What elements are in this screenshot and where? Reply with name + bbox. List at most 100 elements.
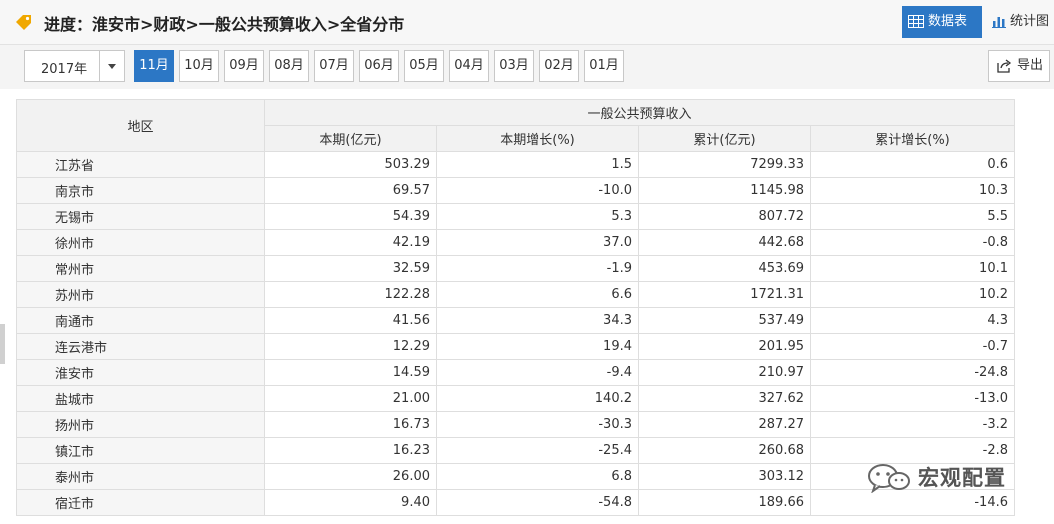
value-cell: 0.6 — [810, 151, 1015, 178]
table-row: 常州市 32.59 -1.9 453.69 10.1 — [16, 255, 1015, 282]
value-cell: 12.29 — [264, 333, 437, 360]
value-cell: 10.1 — [810, 255, 1015, 282]
value-cell: 32.59 — [264, 255, 437, 282]
value-cell: 7299.33 — [638, 151, 811, 178]
column-header: 累计(亿元) — [638, 125, 811, 152]
value-cell: 5.3 — [436, 203, 639, 230]
chart-view-button[interactable]: 统计图 — [984, 6, 1049, 38]
value-cell: 42.19 — [264, 229, 437, 256]
month-tab[interactable]: 07月 — [314, 50, 354, 82]
region-name-cell: 盐城市 — [16, 385, 265, 412]
month-tab[interactable]: 02月 — [539, 50, 579, 82]
value-cell: 69.57 — [264, 177, 437, 204]
table-row: 宿迁市 9.40 -54.8 189.66 -14.6 — [16, 489, 1015, 516]
value-cell: 327.62 — [638, 385, 811, 412]
value-cell: -0.8 — [810, 229, 1015, 256]
value-cell: 189.66 — [638, 489, 811, 516]
value-cell: 122.28 — [264, 281, 437, 308]
month-tab[interactable]: 10月 — [179, 50, 219, 82]
bar-chart-icon — [992, 17, 1006, 28]
value-cell: -0.7 — [810, 333, 1015, 360]
tag-icon — [16, 15, 31, 30]
month-tab[interactable]: 03月 — [494, 50, 534, 82]
value-cell: 140.2 — [436, 385, 639, 412]
table-row: 泰州市 26.00 6.8 303.12 — [16, 463, 1015, 490]
value-cell: -14.6 — [810, 489, 1015, 516]
value-cell: -24.8 — [810, 359, 1015, 386]
value-cell: 210.97 — [638, 359, 811, 386]
value-cell: -9.4 — [436, 359, 639, 386]
table-row: 南通市 41.56 34.3 537.49 4.3 — [16, 307, 1015, 334]
table-row: 淮安市 14.59 -9.4 210.97 -24.8 — [16, 359, 1015, 386]
month-tab[interactable]: 11月 — [134, 50, 174, 82]
value-cell: 4.3 — [810, 307, 1015, 334]
value-cell: 453.69 — [638, 255, 811, 282]
table-row: 盐城市 21.00 140.2 327.62 -13.0 — [16, 385, 1015, 412]
value-cell: 442.68 — [638, 229, 811, 256]
table-icon — [908, 15, 924, 28]
region-name-cell: 徐州市 — [16, 229, 265, 256]
value-cell: 14.59 — [264, 359, 437, 386]
export-button[interactable]: 导出 — [988, 50, 1050, 82]
group-column-header: 一般公共预算收入 — [264, 99, 1015, 126]
column-header: 本期增长(%) — [436, 125, 639, 152]
value-cell: 1.5 — [436, 151, 639, 178]
value-cell: 537.49 — [638, 307, 811, 334]
value-cell: 5.5 — [810, 203, 1015, 230]
value-cell: 34.3 — [436, 307, 639, 334]
chevron-down-icon[interactable] — [99, 51, 124, 81]
year-select[interactable]: 2017年 — [24, 50, 125, 82]
column-header: 累计增长(%) — [810, 125, 1015, 152]
value-cell: 287.27 — [638, 411, 811, 438]
value-cell: 19.4 — [436, 333, 639, 360]
chart-view-label: 统计图 — [1010, 14, 1050, 29]
region-name-cell: 无锡市 — [16, 203, 265, 230]
export-label: 导出 — [1017, 58, 1044, 73]
breadcrumb-title: 进度：淮安市>财政>一般公共预算收入>全省分市 — [44, 15, 405, 34]
value-cell: 37.0 — [436, 229, 639, 256]
month-tab[interactable]: 05月 — [404, 50, 444, 82]
region-name-cell: 南通市 — [16, 307, 265, 334]
value-cell: 26.00 — [264, 463, 437, 490]
value-cell: 9.40 — [264, 489, 437, 516]
region-name-cell: 苏州市 — [16, 281, 265, 308]
value-cell: 10.2 — [810, 281, 1015, 308]
data-table-container: 地区 一般公共预算收入 本期(亿元) 本期增长(%) 累计(亿元) 累计增长(%… — [16, 99, 1015, 516]
month-tab[interactable]: 06月 — [359, 50, 399, 82]
data-table-view-button[interactable]: 数据表 — [902, 6, 982, 38]
region-name-cell: 常州市 — [16, 255, 265, 282]
value-cell: 1721.31 — [638, 281, 811, 308]
year-value: 2017年 — [41, 62, 88, 77]
value-cell: -25.4 — [436, 437, 639, 464]
value-cell: 10.3 — [810, 177, 1015, 204]
region-name-cell: 泰州市 — [16, 463, 265, 490]
value-cell: -30.3 — [436, 411, 639, 438]
table-row: 江苏省 503.29 1.5 7299.33 0.6 — [16, 151, 1015, 178]
region-name-cell: 江苏省 — [16, 151, 265, 178]
month-tab[interactable]: 09月 — [224, 50, 264, 82]
data-table-view-label: 数据表 — [928, 14, 968, 29]
value-cell: -2.8 — [810, 437, 1015, 464]
table-row: 苏州市 122.28 6.6 1721.31 10.2 — [16, 281, 1015, 308]
table-row: 徐州市 42.19 37.0 442.68 -0.8 — [16, 229, 1015, 256]
month-tab[interactable]: 04月 — [449, 50, 489, 82]
region-name-cell: 镇江市 — [16, 437, 265, 464]
data-table: 地区 一般公共预算收入 本期(亿元) 本期增长(%) 累计(亿元) 累计增长(%… — [16, 99, 1015, 516]
watermark-text: 宏观配置 — [918, 466, 1006, 490]
scroll-edge-handle[interactable] — [0, 324, 5, 364]
table-row: 无锡市 54.39 5.3 807.72 5.5 — [16, 203, 1015, 230]
value-cell: 6.6 — [436, 281, 639, 308]
region-name-cell: 淮安市 — [16, 359, 265, 386]
value-cell: -54.8 — [436, 489, 639, 516]
value-cell: -10.0 — [436, 177, 639, 204]
region-name-cell: 宿迁市 — [16, 489, 265, 516]
table-row: 扬州市 16.73 -30.3 287.27 -3.2 — [16, 411, 1015, 438]
value-cell: 303.12 — [638, 463, 811, 490]
region-name-cell: 连云港市 — [16, 333, 265, 360]
value-cell: 503.29 — [264, 151, 437, 178]
region-name-cell: 扬州市 — [16, 411, 265, 438]
month-tab[interactable]: 01月 — [584, 50, 624, 82]
value-cell: 16.23 — [264, 437, 437, 464]
month-tab[interactable]: 08月 — [269, 50, 309, 82]
value-cell: 807.72 — [638, 203, 811, 230]
